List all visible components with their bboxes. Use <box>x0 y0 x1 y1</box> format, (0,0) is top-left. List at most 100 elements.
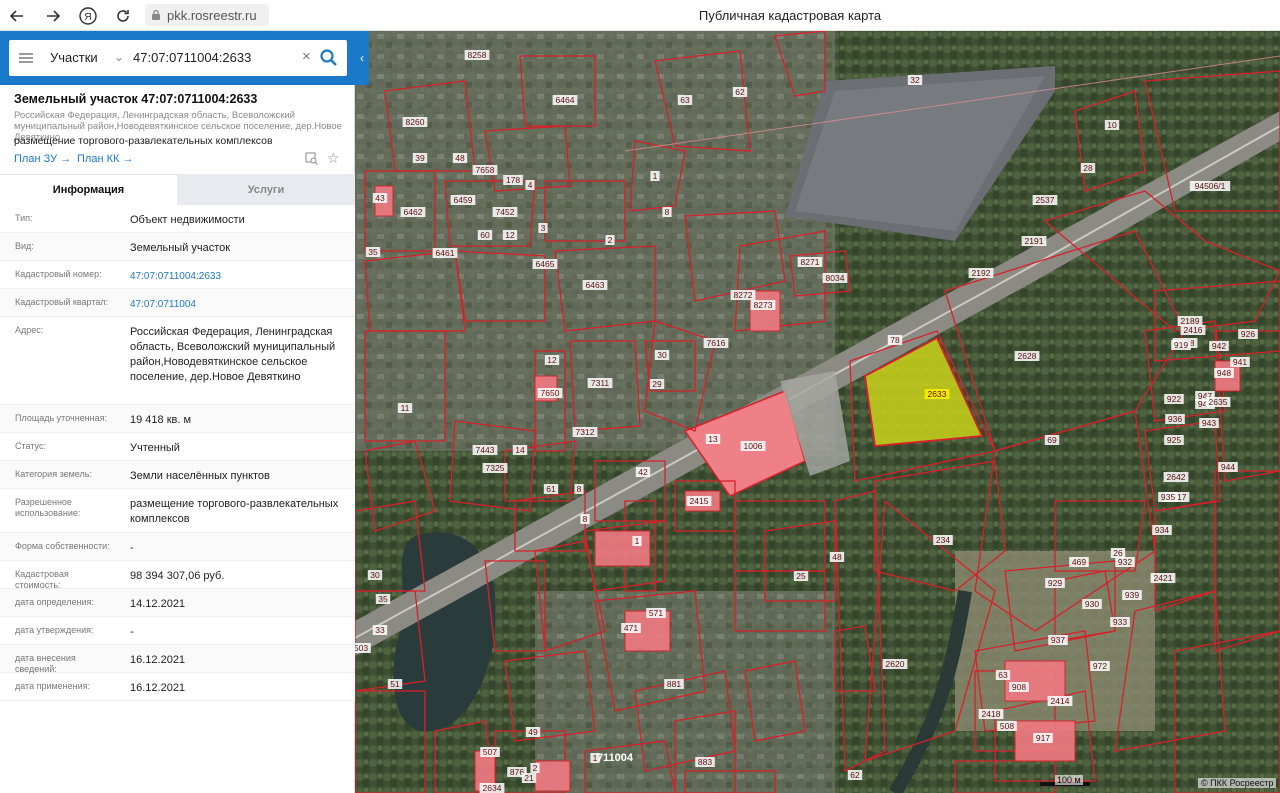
parcel-label[interactable]: 2537 <box>1036 195 1055 205</box>
parcel-label[interactable]: 8272 <box>734 290 753 300</box>
parcel-label[interactable]: 43 <box>375 193 385 203</box>
parcel-label[interactable]: 8258 <box>468 50 487 60</box>
parcel-label[interactable]: 35 <box>378 594 388 604</box>
parcel-label[interactable]: 571 <box>649 608 663 618</box>
parcel-label[interactable]: 28 <box>1083 163 1093 173</box>
parcel-label[interactable]: 39 <box>415 153 425 163</box>
parcel-label[interactable]: 60 <box>480 230 490 240</box>
tab-services[interactable]: Услуги <box>177 174 355 205</box>
parcel-label[interactable]: 503 <box>355 643 368 653</box>
plan-zu-link[interactable]: План ЗУ → <box>14 153 71 165</box>
parcel-label[interactable]: 8 <box>583 514 588 524</box>
parcel-label[interactable]: 2620 <box>886 659 905 669</box>
parcel-label[interactable]: 2642 <box>1167 472 1186 482</box>
parcel-label[interactable]: 29 <box>652 379 662 389</box>
parcel-label[interactable]: 32 <box>910 75 920 85</box>
parcel-label[interactable]: 2628 <box>1018 351 1037 361</box>
parcel-label[interactable]: 42 <box>638 467 648 477</box>
parcel-label[interactable]: 78 <box>890 335 900 345</box>
search-type-select[interactable]: Участки <box>50 50 98 65</box>
parcel-label[interactable]: 941 <box>1233 357 1247 367</box>
parcel-label[interactable]: 2189 <box>1181 316 1200 326</box>
parcel-label[interactable]: 12 <box>505 230 515 240</box>
parcel-label[interactable]: 2191 <box>1025 236 1044 246</box>
parcel-label[interactable]: 35 <box>368 247 378 257</box>
parcel-label[interactable]: 944 <box>1221 462 1235 472</box>
parcel-label[interactable]: 1 <box>635 536 640 546</box>
parcel-label[interactable]: 11 <box>401 403 410 413</box>
parcel-label[interactable]: 14 <box>515 445 525 455</box>
plan-kk-link[interactable]: План КК → <box>77 153 133 165</box>
parcel-label[interactable]: 234 <box>936 535 950 545</box>
parcel-label[interactable]: 2414 <box>1051 696 1070 706</box>
parcel-label[interactable]: 25 <box>796 571 806 581</box>
parcel-label[interactable]: 2421 <box>1154 573 1173 583</box>
parcel-label[interactable]: 7325 <box>486 463 505 473</box>
parcel-label[interactable]: 933 <box>1113 617 1127 627</box>
parcel-label[interactable]: 63 <box>998 670 1008 680</box>
parcel-label[interactable]: 2418 <box>982 709 1001 719</box>
parcel-label[interactable]: 2192 <box>972 268 991 278</box>
parcel-label[interactable]: 12 <box>547 355 557 365</box>
parcel-label[interactable]: 934 <box>1155 525 1169 535</box>
parcel-label[interactable]: 937 <box>1051 635 1065 645</box>
property-link[interactable]: 47:07:0711004 <box>116 297 341 312</box>
parcel-label[interactable]: 935 <box>1161 492 1175 502</box>
clear-icon[interactable]: × <box>302 48 311 65</box>
parcel-label[interactable]: 51 <box>390 679 400 689</box>
parcel-label[interactable]: 943 <box>1202 418 1216 428</box>
parcel-label[interactable]: 63 <box>680 95 690 105</box>
parcel-label[interactable]: 61 <box>546 484 556 494</box>
zoom-to-icon[interactable] <box>305 152 318 168</box>
parcel-label[interactable]: 30 <box>370 570 380 580</box>
parcel-label[interactable]: 48 <box>455 153 465 163</box>
menu-icon[interactable] <box>19 53 33 63</box>
parcel-label[interactable]: 942 <box>1212 341 1226 351</box>
parcel-label[interactable]: 948 <box>1217 368 1231 378</box>
parcel-label[interactable]: 6463 <box>586 280 605 290</box>
parcel-label[interactable]: 929 <box>1048 578 1062 588</box>
parcel-label[interactable]: 6464 <box>556 95 575 105</box>
forward-arrow-icon[interactable] <box>42 5 64 27</box>
parcel-label[interactable]: 48 <box>832 552 842 562</box>
parcel-label[interactable]: 469 <box>1072 557 1086 567</box>
parcel-label[interactable]: 69 <box>1047 435 1057 445</box>
parcel-label[interactable]: 7658 <box>476 165 495 175</box>
search-input[interactable]: 47:07:0711004:2633 <box>133 50 251 65</box>
map-canvas[interactable]: 82586464 636232826039 487658178 44364626459… <box>355 31 1280 793</box>
parcel-label[interactable]: 926 <box>1241 329 1255 339</box>
collapse-panel-button[interactable]: ‹ <box>355 31 369 85</box>
cadastral-map[interactable]: 8258 6464 63 62 32 8260 39 48 7658 178 4 43 6462 6459… <box>355 31 1280 793</box>
parcel-label[interactable]: 2 <box>533 763 538 773</box>
parcel-label[interactable]: 8034 <box>826 273 845 283</box>
parcel-label[interactable]: 8273 <box>754 300 773 310</box>
parcel-label[interactable]: 925 <box>1167 435 1181 445</box>
parcel-label[interactable]: 939 <box>1125 590 1139 600</box>
parcel-label[interactable]: 1006 <box>744 441 763 451</box>
parcel-label[interactable]: 7452 <box>496 207 515 217</box>
parcel-label[interactable]: 8 <box>577 484 582 494</box>
yandex-logo-icon[interactable]: Я <box>77 5 99 27</box>
parcel-label[interactable]: 8271 <box>801 257 820 267</box>
parcel-label[interactable]: 6459 <box>454 195 473 205</box>
parcel-label[interactable]: 8260 <box>406 117 425 127</box>
chevron-down-icon[interactable]: ⌄ <box>114 50 124 64</box>
parcel-label[interactable]: 6461 <box>436 248 455 258</box>
parcel-label[interactable]: 7311 <box>591 378 610 388</box>
parcel-label[interactable]: 94506/1 <box>1195 181 1226 191</box>
parcel-label[interactable]: 508 <box>1000 721 1014 731</box>
property-link[interactable]: 47:07:0711004:2633 <box>116 269 341 284</box>
parcel-label[interactable]: 10 <box>1107 120 1117 130</box>
parcel-label[interactable]: 2 <box>608 235 613 245</box>
parcel-label[interactable]: 1 <box>593 753 598 763</box>
parcel-label[interactable]: 922 <box>1167 394 1181 404</box>
parcel-label[interactable]: 917 <box>1036 733 1050 743</box>
parcel-label[interactable]: 6465 <box>536 259 555 269</box>
parcel-label[interactable]: 471 <box>624 623 638 633</box>
search-icon[interactable] <box>319 48 339 68</box>
parcel-label[interactable]: 13 <box>708 434 718 444</box>
parcel-label[interactable]: 21 <box>524 773 534 783</box>
parcel-label[interactable]: 178 <box>506 175 520 185</box>
address-bar[interactable]: pkk.rosreestr.ru <box>145 4 269 26</box>
parcel-label[interactable]: 2635 <box>1209 397 1228 407</box>
